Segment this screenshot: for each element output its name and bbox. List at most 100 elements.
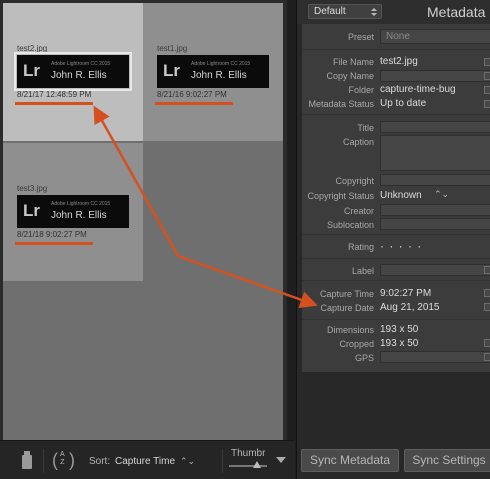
folder-action-icon[interactable] bbox=[484, 86, 490, 94]
sort-select[interactable]: Capture Time bbox=[115, 456, 175, 467]
folder-label: Folder bbox=[348, 85, 374, 95]
file-name-action-icon[interactable] bbox=[484, 58, 490, 66]
section-divider bbox=[302, 258, 490, 259]
thumbnail-brand: Adobe Lightroom CC 2015 bbox=[51, 201, 111, 207]
capture-date-value[interactable]: Aug 21, 2015 bbox=[380, 302, 440, 313]
lightroom-logo: Lr bbox=[23, 201, 40, 220]
copyright-field[interactable] bbox=[380, 174, 490, 186]
copyright-status-label: Copyright Status bbox=[307, 191, 374, 201]
sublocation-label: Sublocation bbox=[326, 220, 374, 230]
capture-time-value[interactable]: 9:02:27 PM bbox=[380, 288, 431, 299]
section-divider bbox=[302, 114, 490, 115]
cropped-value: 193 x 50 bbox=[380, 338, 419, 349]
metadata-view-dropdown[interactable]: Default bbox=[308, 4, 382, 19]
painter-icon[interactable] bbox=[21, 451, 33, 469]
preset-dropdown[interactable]: None bbox=[380, 29, 490, 44]
file-name-value[interactable]: test2.jpg bbox=[380, 56, 418, 67]
thumbnail-author: John R. Ellis bbox=[191, 70, 247, 81]
copyright-status-select[interactable]: Unknown bbox=[380, 190, 422, 201]
grid-cell-test2[interactable]: test2.jpg Lr Adobe Lightroom CC 2015 Joh… bbox=[3, 3, 143, 141]
thumbnail-author: John R. Ellis bbox=[51, 70, 107, 81]
metadata-fields: Preset None File Name test2.jpg Copy Nam… bbox=[302, 24, 490, 372]
grid-cell-test1[interactable]: test1.jpg Lr Adobe Lightroom CC 2015 Joh… bbox=[143, 3, 283, 141]
copyright-status-arrows-icon[interactable]: ⌃⌄ bbox=[434, 189, 449, 200]
thumbnail-size-slider[interactable] bbox=[229, 465, 267, 467]
metadata-status-value: Up to date bbox=[380, 98, 427, 109]
dimensions-value: 193 x 50 bbox=[380, 324, 419, 335]
capture-time-action-icon[interactable] bbox=[484, 289, 490, 297]
cell-filename: test3.jpg bbox=[17, 184, 48, 193]
gps-field[interactable] bbox=[380, 351, 490, 363]
gps-action-icon[interactable] bbox=[484, 353, 490, 361]
thumbnail-image[interactable]: Lr Adobe Lightroom CC 2015 John R. Ellis bbox=[157, 55, 269, 88]
section-divider bbox=[302, 319, 490, 320]
copy-name-field[interactable] bbox=[380, 70, 490, 82]
lightroom-logo: Lr bbox=[163, 61, 180, 80]
label-action-icon[interactable] bbox=[484, 266, 490, 274]
preset-value: None bbox=[386, 31, 410, 42]
capture-date-label: Capture Date bbox=[320, 303, 374, 313]
annotation-underline bbox=[15, 102, 93, 105]
thumbnail-grid: test2.jpg Lr Adobe Lightroom CC 2015 Joh… bbox=[3, 3, 283, 440]
cell-capture-time: 8/21/16 9:02:27 PM bbox=[157, 90, 227, 99]
cell-capture-time: 8/21/17 12:48:59 PM bbox=[17, 90, 92, 99]
sublocation-field[interactable] bbox=[380, 218, 490, 230]
grid-panel: test2.jpg Lr Adobe Lightroom CC 2015 Joh… bbox=[0, 0, 287, 440]
sort-label: Sort: bbox=[89, 456, 111, 467]
metadata-view-value: Default bbox=[314, 6, 346, 17]
copyright-label: Copyright bbox=[335, 176, 374, 186]
toolbar-menu-chevron-icon[interactable] bbox=[276, 457, 286, 463]
dimensions-label: Dimensions bbox=[326, 325, 374, 335]
sort-select-arrows-icon[interactable]: ⌃⌄ bbox=[180, 456, 195, 467]
thumbnail-image[interactable]: Lr Adobe Lightroom CC 2015 John R. Ellis bbox=[14, 52, 132, 91]
sort-direction-icon[interactable]: ( A Z ) bbox=[52, 450, 82, 472]
folder-value: capture-time-bug bbox=[380, 84, 456, 95]
metadata-panel: Default Metadata Preset None File Name t… bbox=[296, 0, 490, 479]
sync-settings-button[interactable]: Sync Settings bbox=[404, 449, 490, 472]
label-field[interactable] bbox=[380, 264, 490, 276]
sort-az-text: A Z bbox=[60, 451, 65, 466]
grid-toolbar: ( A Z ) Sort: Capture Time ⌃⌄ Thumbr bbox=[0, 440, 295, 479]
annotation-underline bbox=[155, 102, 233, 105]
cropped-label: Cropped bbox=[339, 339, 374, 349]
capture-time-label: Capture Time bbox=[319, 289, 374, 299]
thumbnail-size-label: Thumbr bbox=[231, 448, 266, 459]
cropped-action-icon[interactable] bbox=[484, 339, 490, 347]
lightroom-logo: Lr bbox=[23, 61, 40, 80]
annotation-underline bbox=[15, 242, 93, 245]
preset-label: Preset bbox=[347, 32, 374, 42]
grid-cell-test3[interactable]: test3.jpg Lr Adobe Lightroom CC 2015 Joh… bbox=[3, 143, 143, 281]
panel-title: Metadata bbox=[427, 4, 486, 20]
status-action-icon[interactable] bbox=[484, 100, 490, 108]
caption-field[interactable] bbox=[380, 135, 490, 171]
file-name-label: File Name bbox=[332, 57, 374, 67]
dropdown-arrows-icon bbox=[371, 8, 377, 17]
sync-metadata-button[interactable]: Sync Metadata bbox=[301, 449, 399, 472]
copy-name-action-icon[interactable] bbox=[484, 72, 490, 80]
metadata-status-label: Metadata Status bbox=[308, 99, 374, 109]
title-field[interactable] bbox=[380, 121, 490, 133]
thumbnail-brand: Adobe Lightroom CC 2015 bbox=[51, 61, 111, 67]
capture-date-action-icon[interactable] bbox=[484, 303, 490, 311]
section-divider bbox=[302, 49, 490, 50]
gps-label: GPS bbox=[354, 353, 374, 363]
thumbnail-brand: Adobe Lightroom CC 2015 bbox=[191, 61, 251, 67]
section-divider bbox=[302, 280, 490, 281]
creator-field[interactable] bbox=[380, 204, 490, 216]
creator-label: Creator bbox=[343, 206, 374, 216]
caption-label: Caption bbox=[342, 137, 374, 147]
thumbnail-author: John R. Ellis bbox=[51, 210, 107, 221]
rating-label: Rating bbox=[347, 242, 374, 252]
cell-filename: test1.jpg bbox=[157, 44, 188, 53]
toolbar-divider bbox=[43, 449, 44, 473]
cell-capture-time: 8/21/18 9:02:27 PM bbox=[17, 230, 87, 239]
copy-name-label: Copy Name bbox=[326, 71, 374, 81]
rating-stars[interactable]: · · · · · bbox=[380, 239, 422, 253]
label-label: Label bbox=[351, 266, 374, 276]
thumbnail-image[interactable]: Lr Adobe Lightroom CC 2015 John R. Ellis bbox=[17, 195, 129, 228]
toolbar-divider bbox=[222, 449, 223, 473]
metadata-header: Default Metadata bbox=[297, 0, 490, 24]
section-divider bbox=[302, 234, 490, 235]
title-label: Title bbox=[357, 123, 374, 133]
slider-knob-icon[interactable] bbox=[253, 461, 261, 468]
